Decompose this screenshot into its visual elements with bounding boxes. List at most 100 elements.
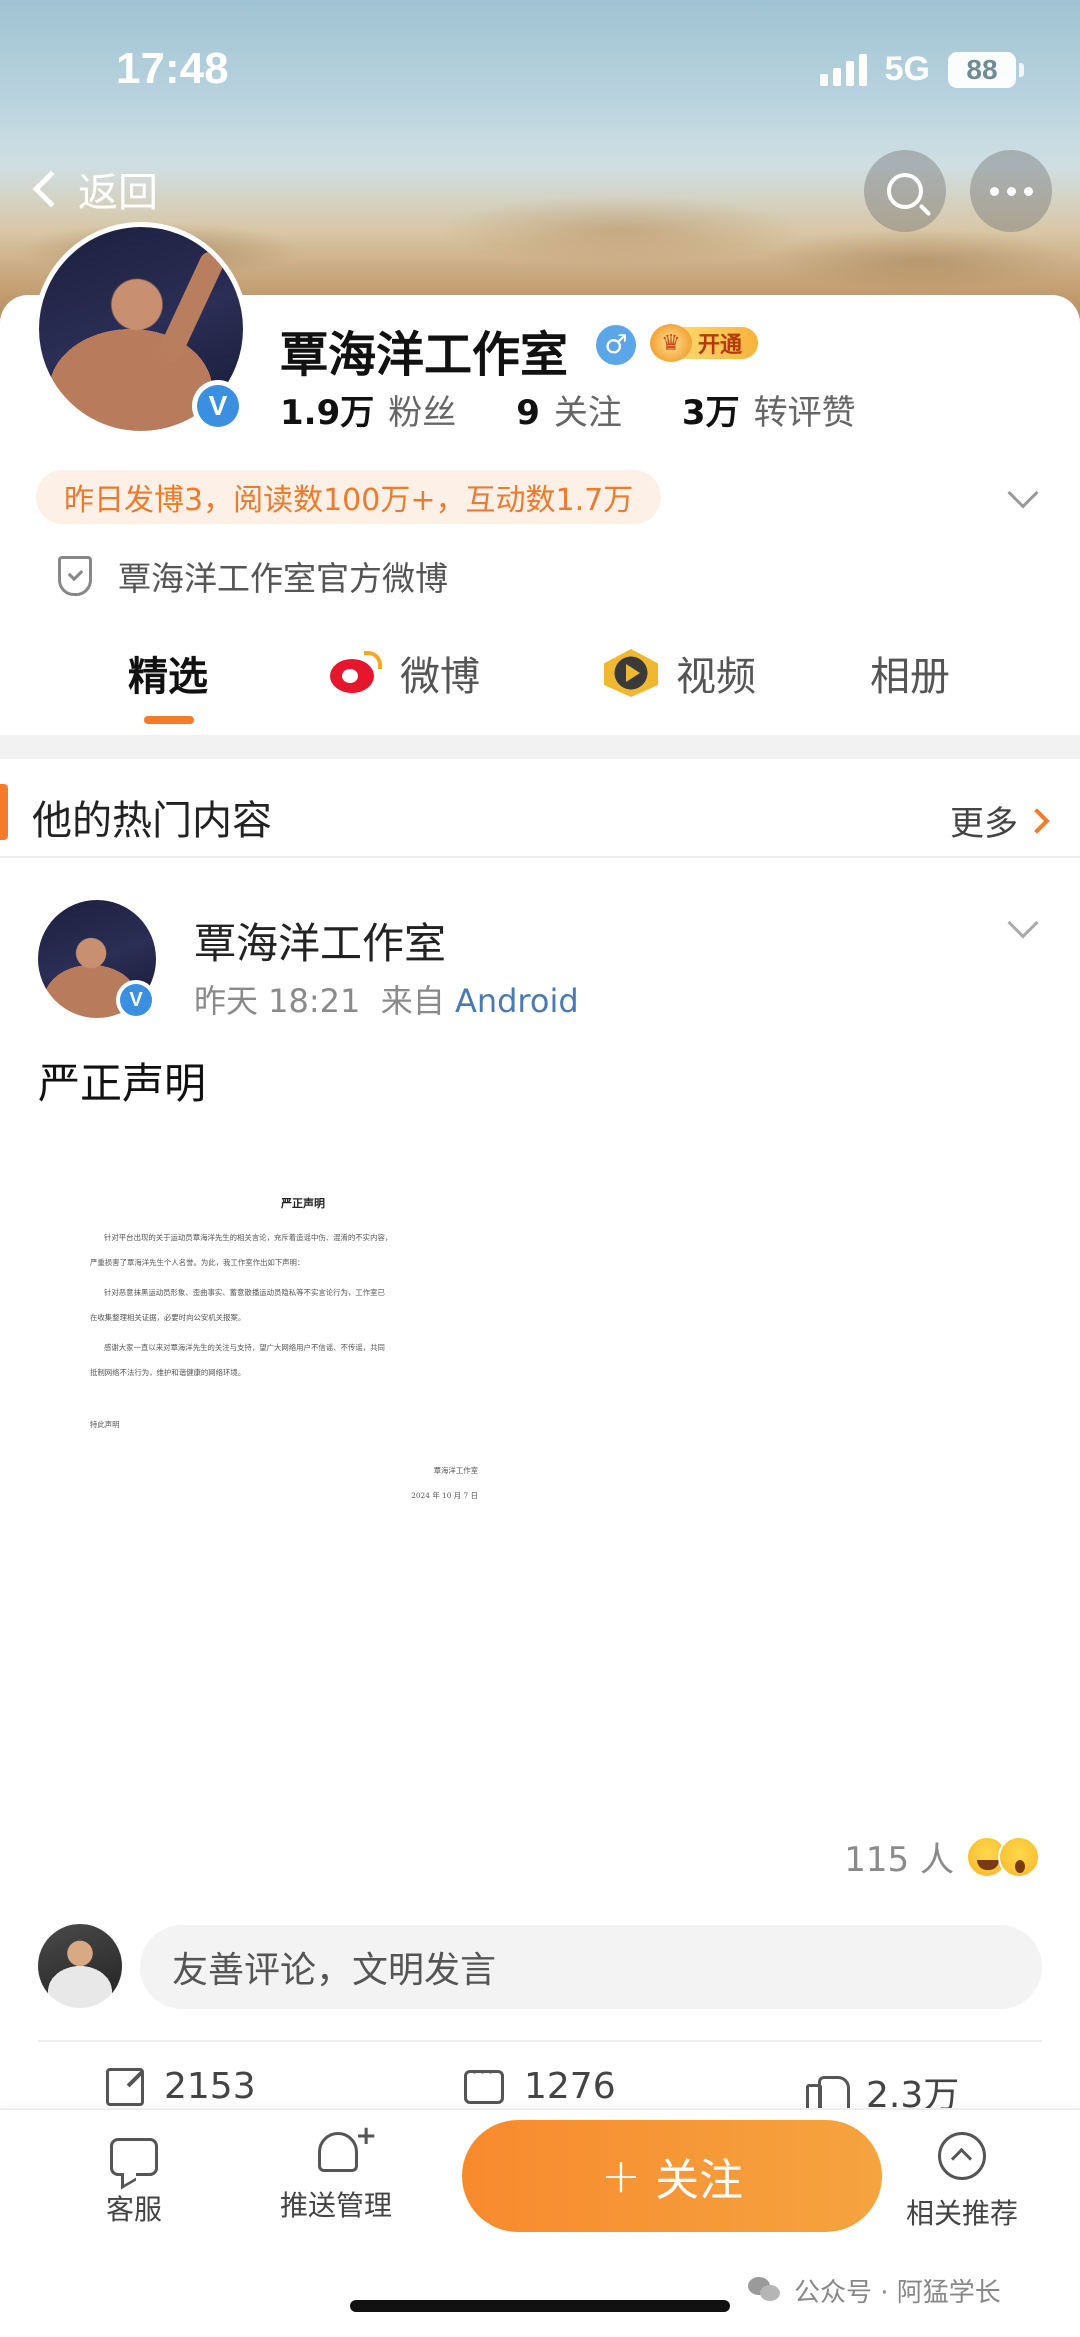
home-indicator[interactable] [350, 2300, 730, 2312]
stat-label: 转评赞 [753, 393, 856, 433]
battery-level: 88 [948, 51, 1016, 88]
stat-value: 1.9万 [280, 393, 375, 433]
tab-featured[interactable]: 精选 [128, 644, 208, 702]
profile-name: 覃海洋工作室 [280, 327, 569, 383]
status-time: 17:48 [116, 44, 229, 93]
chat-icon [110, 2138, 158, 2176]
plus-icon: + [600, 2148, 642, 2204]
status-indicators: 5G 88 [819, 50, 1024, 89]
related-recommend-label: 相关推荐 [906, 2197, 1019, 2230]
thumbs-up-icon [806, 2072, 850, 2112]
section-accent-bar [0, 784, 8, 840]
video-icon [604, 649, 658, 697]
share-button[interactable]: 2153 [106, 2066, 256, 2107]
chevron-up-circle-icon [938, 2132, 986, 2180]
post-source-prefix: 来自 [380, 982, 445, 1020]
more-label: 更多 [950, 804, 1018, 844]
tab-label: 相册 [870, 654, 950, 700]
vip-open-badge[interactable]: ♛ 开通 [650, 324, 759, 362]
tab-label: 精选 [128, 654, 208, 700]
watermark: 公众号 · 阿猛学长 [748, 2272, 1001, 2309]
wechat-icon [748, 2276, 784, 2305]
post-source[interactable]: Android [455, 982, 579, 1020]
chevron-right-icon [1024, 807, 1050, 834]
post-text: 严正声明 [38, 1059, 207, 1108]
statement-image[interactable]: 严正声明 针对平台出现的关于运动员覃海洋先生的相关言论，充斥着造谣中伤、混淆的不… [38, 1130, 568, 1580]
tab-video[interactable]: 视频 [604, 644, 756, 702]
signal-icon [819, 53, 867, 86]
customer-service-button[interactable]: 客服 [106, 2132, 162, 2228]
comment-button[interactable]: 1276 [464, 2061, 616, 2107]
comment-input[interactable]: 友善评论，文明发言 [140, 1925, 1042, 2009]
verification-text: 覃海洋工作室官方微博 [118, 559, 448, 598]
doc-paragraph: 针对恶意抹黑运动员形象、歪曲事实、蓄意散播运动员隐私等不实言论行为，工作室已 [104, 1288, 385, 1297]
tab-album[interactable]: 相册 [870, 644, 950, 702]
post-time: 昨天 18:21 [194, 982, 361, 1020]
tab-weibo[interactable]: 微博 [330, 644, 480, 702]
activity-summary[interactable]: 昨日发博3，阅读数100万+，互动数1.7万 [36, 470, 662, 524]
battery-icon: 88 [948, 51, 1024, 88]
verified-badge: V [116, 980, 156, 1020]
more-button[interactable]: 更多 [950, 796, 1050, 845]
push-settings-button[interactable]: 推送管理 [280, 2121, 393, 2224]
shield-icon [58, 556, 92, 596]
doc-paragraph: 特此声明 [90, 1420, 120, 1429]
male-gender-icon: ♂ [596, 325, 636, 365]
reactions-summary[interactable]: 115 人 [844, 1832, 1040, 1881]
stat-value: 9 [516, 393, 540, 433]
stat-following[interactable]: 9 关注 [516, 385, 622, 434]
doc-paragraph: 在收集整理相关证据，必要时向公安机关报案。 [90, 1313, 246, 1322]
doc-paragraph: 严重损害了覃海洋先生个人名誉。为此，我工作室作出如下声明： [90, 1258, 305, 1267]
reactions-count: 115 人 [844, 1840, 954, 1880]
post-meta: 昨天 18:21 来自 Android [194, 976, 579, 1022]
more-options-button[interactable] [970, 150, 1052, 232]
more-icon [989, 186, 1033, 196]
comment-count: 1276 [524, 2066, 616, 2107]
share-icon [106, 2067, 144, 2106]
stat-fans[interactable]: 1.9万 粉丝 [280, 385, 456, 434]
verified-icon: V [197, 385, 239, 427]
tab-label: 视频 [676, 654, 756, 700]
stat-value: 3万 [681, 393, 740, 433]
section-divider [0, 735, 1080, 759]
related-recommend-button[interactable]: 相关推荐 [906, 2132, 1018, 2232]
vip-label: 开通 [682, 327, 759, 359]
post-options-chevron-icon[interactable] [1007, 907, 1039, 939]
doc-signature: 覃海洋工作室 [433, 1466, 478, 1475]
verified-icon: V [120, 984, 152, 1016]
divider [38, 2040, 1042, 2042]
doc-title: 严正声明 [281, 1197, 325, 1210]
doc-paragraph: 针对平台出现的关于运动员覃海洋先生的相关言论，充斥着造谣中伤、混淆的不实内容， [104, 1233, 393, 1242]
tab-label: 微博 [400, 654, 480, 700]
doc-date: 2024 年 10 月 7 日 [411, 1491, 478, 1500]
section-title: 他的热门内容 [32, 798, 272, 844]
follow-label: 关注 [655, 2155, 744, 2206]
doc-paragraph: 抵制网络不法行为，维护和谐健康的网络环境。 [90, 1368, 246, 1377]
active-tab-indicator [144, 716, 194, 724]
customer-service-label: 客服 [106, 2193, 163, 2226]
verification-info: 覃海洋工作室官方微博 [58, 552, 448, 600]
current-user-avatar [38, 1924, 122, 2008]
stat-label: 粉丝 [388, 393, 457, 433]
stat-label: 关注 [553, 393, 622, 433]
follow-button[interactable]: + 关注 [462, 2120, 882, 2232]
post-author-name[interactable]: 覃海洋工作室 [194, 910, 446, 971]
profile-stats: 1.9万 粉丝 9 关注 3万 转评赞 [280, 385, 916, 434]
stat-interactions[interactable]: 3万 转评赞 [682, 385, 856, 434]
hot-content-header: 他的热门内容 更多 [0, 770, 1080, 858]
comment-icon [464, 2061, 504, 2104]
doc-paragraph: 感谢大家一直以来对覃海洋先生的关注与支持，望广大网络用户不信谣、不传谣，共同 [104, 1343, 385, 1352]
network-type: 5G [884, 50, 930, 88]
weibo-icon [330, 651, 382, 695]
verified-badge: V [192, 380, 244, 432]
chevron-left-icon [32, 170, 70, 208]
watermark-text: 公众号 · 阿猛学长 [794, 2278, 1001, 2308]
back-button[interactable]: 返回 [30, 160, 158, 218]
push-settings-label: 推送管理 [280, 2189, 393, 2222]
search-icon [887, 173, 923, 209]
crown-icon: ♛ [650, 324, 692, 362]
shocked-emoji-icon [998, 1835, 1040, 1878]
share-count: 2153 [164, 2066, 256, 2107]
bell-plus-icon [318, 2121, 377, 2172]
search-button[interactable] [864, 150, 946, 232]
